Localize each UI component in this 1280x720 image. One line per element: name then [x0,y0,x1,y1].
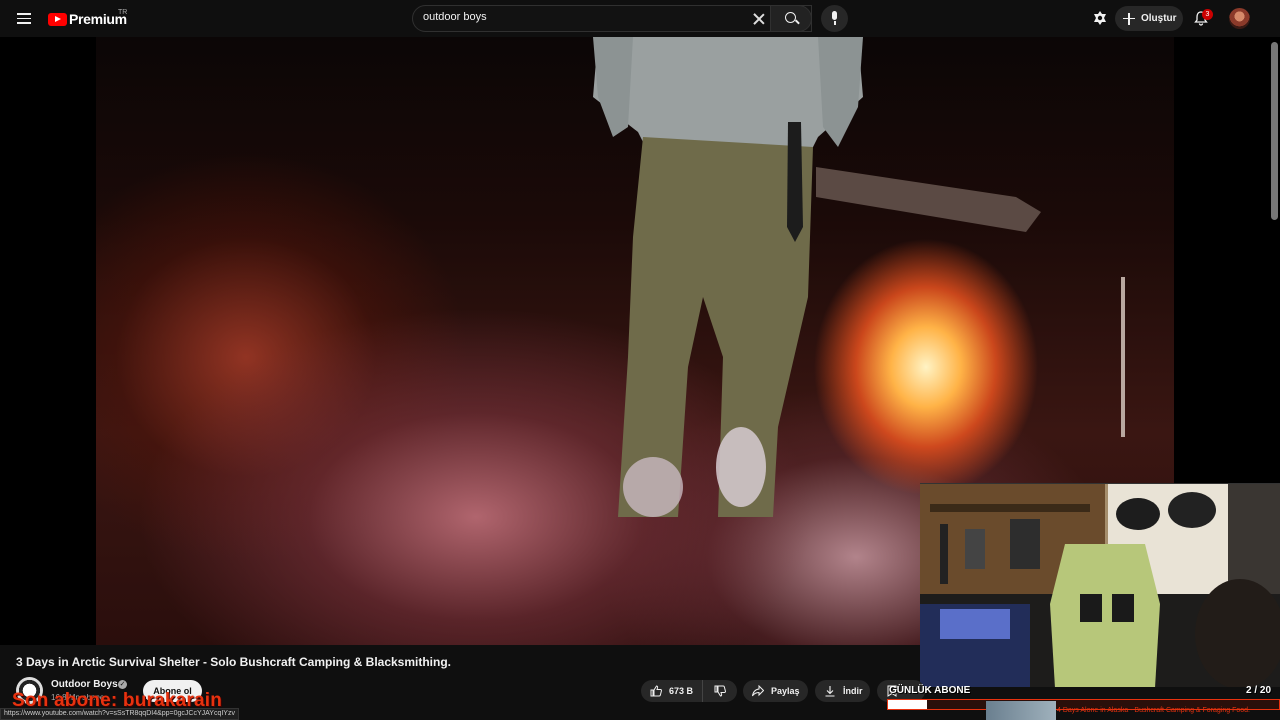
video-title: 3 Days in Arctic Survival Shelter - Solo… [16,655,451,669]
search-box[interactable]: outdoor boys [412,5,812,32]
video-scene-pole [1121,277,1125,437]
youtube-play-icon [48,12,67,26]
verified-badge-icon: ✓ [118,680,127,689]
status-bar-url: https://www.youtube.com/watch?v=sSsTR8qq… [0,708,239,720]
share-button[interactable]: Paylaş [743,680,808,702]
youtube-logo[interactable]: Premium [48,10,127,28]
download-label: İndir [843,686,863,696]
scrollbar-thumb[interactable] [1271,42,1278,220]
download-icon [825,686,835,697]
like-dislike-group: 673 B [641,680,737,702]
masthead: Premium TR outdoor boys Oluştur 3 [0,0,1280,37]
thumbs-down-icon [714,685,726,697]
search-button[interactable] [770,5,812,32]
video-scene-log [816,167,1041,232]
create-button[interactable]: Oluştur [1115,6,1183,31]
voice-search-button[interactable] [821,5,848,32]
create-label: Oluştur [1141,13,1177,24]
notification-badge: 3 [1202,9,1213,20]
dislike-button[interactable] [703,680,737,702]
daily-progress-fill [888,700,928,709]
daily-subscriber-count: 2 / 20 [1246,685,1272,696]
video-scene-person [593,37,863,517]
download-button[interactable]: İndir [815,680,870,702]
channel-name[interactable]: Outdoor Boys [51,679,118,690]
like-button[interactable]: 673 B [641,680,703,702]
microphone-icon [832,11,837,20]
search-icon [785,12,796,23]
premium-gift-icon[interactable] [1092,10,1108,26]
webcam-scene [920,484,1280,687]
thumbs-up-icon [650,685,662,697]
next-video-thumbnail [986,701,1056,720]
next-video-title: 4 Days Alone in Alaska - Bushcraft Campi… [1057,707,1250,714]
clear-search-icon[interactable] [751,11,767,27]
share-icon [752,685,764,697]
plus-icon [1123,12,1135,25]
like-count: 673 B [669,686,694,696]
menu-icon[interactable] [14,8,34,28]
share-label: Paylaş [771,686,800,696]
streamer-webcam [920,483,1280,687]
daily-subscriber-label: GÜNLÜK ABONE [889,685,971,696]
logo-country-code: TR [118,9,128,16]
search-input[interactable]: outdoor boys [423,11,487,23]
account-avatar[interactable] [1229,8,1250,29]
